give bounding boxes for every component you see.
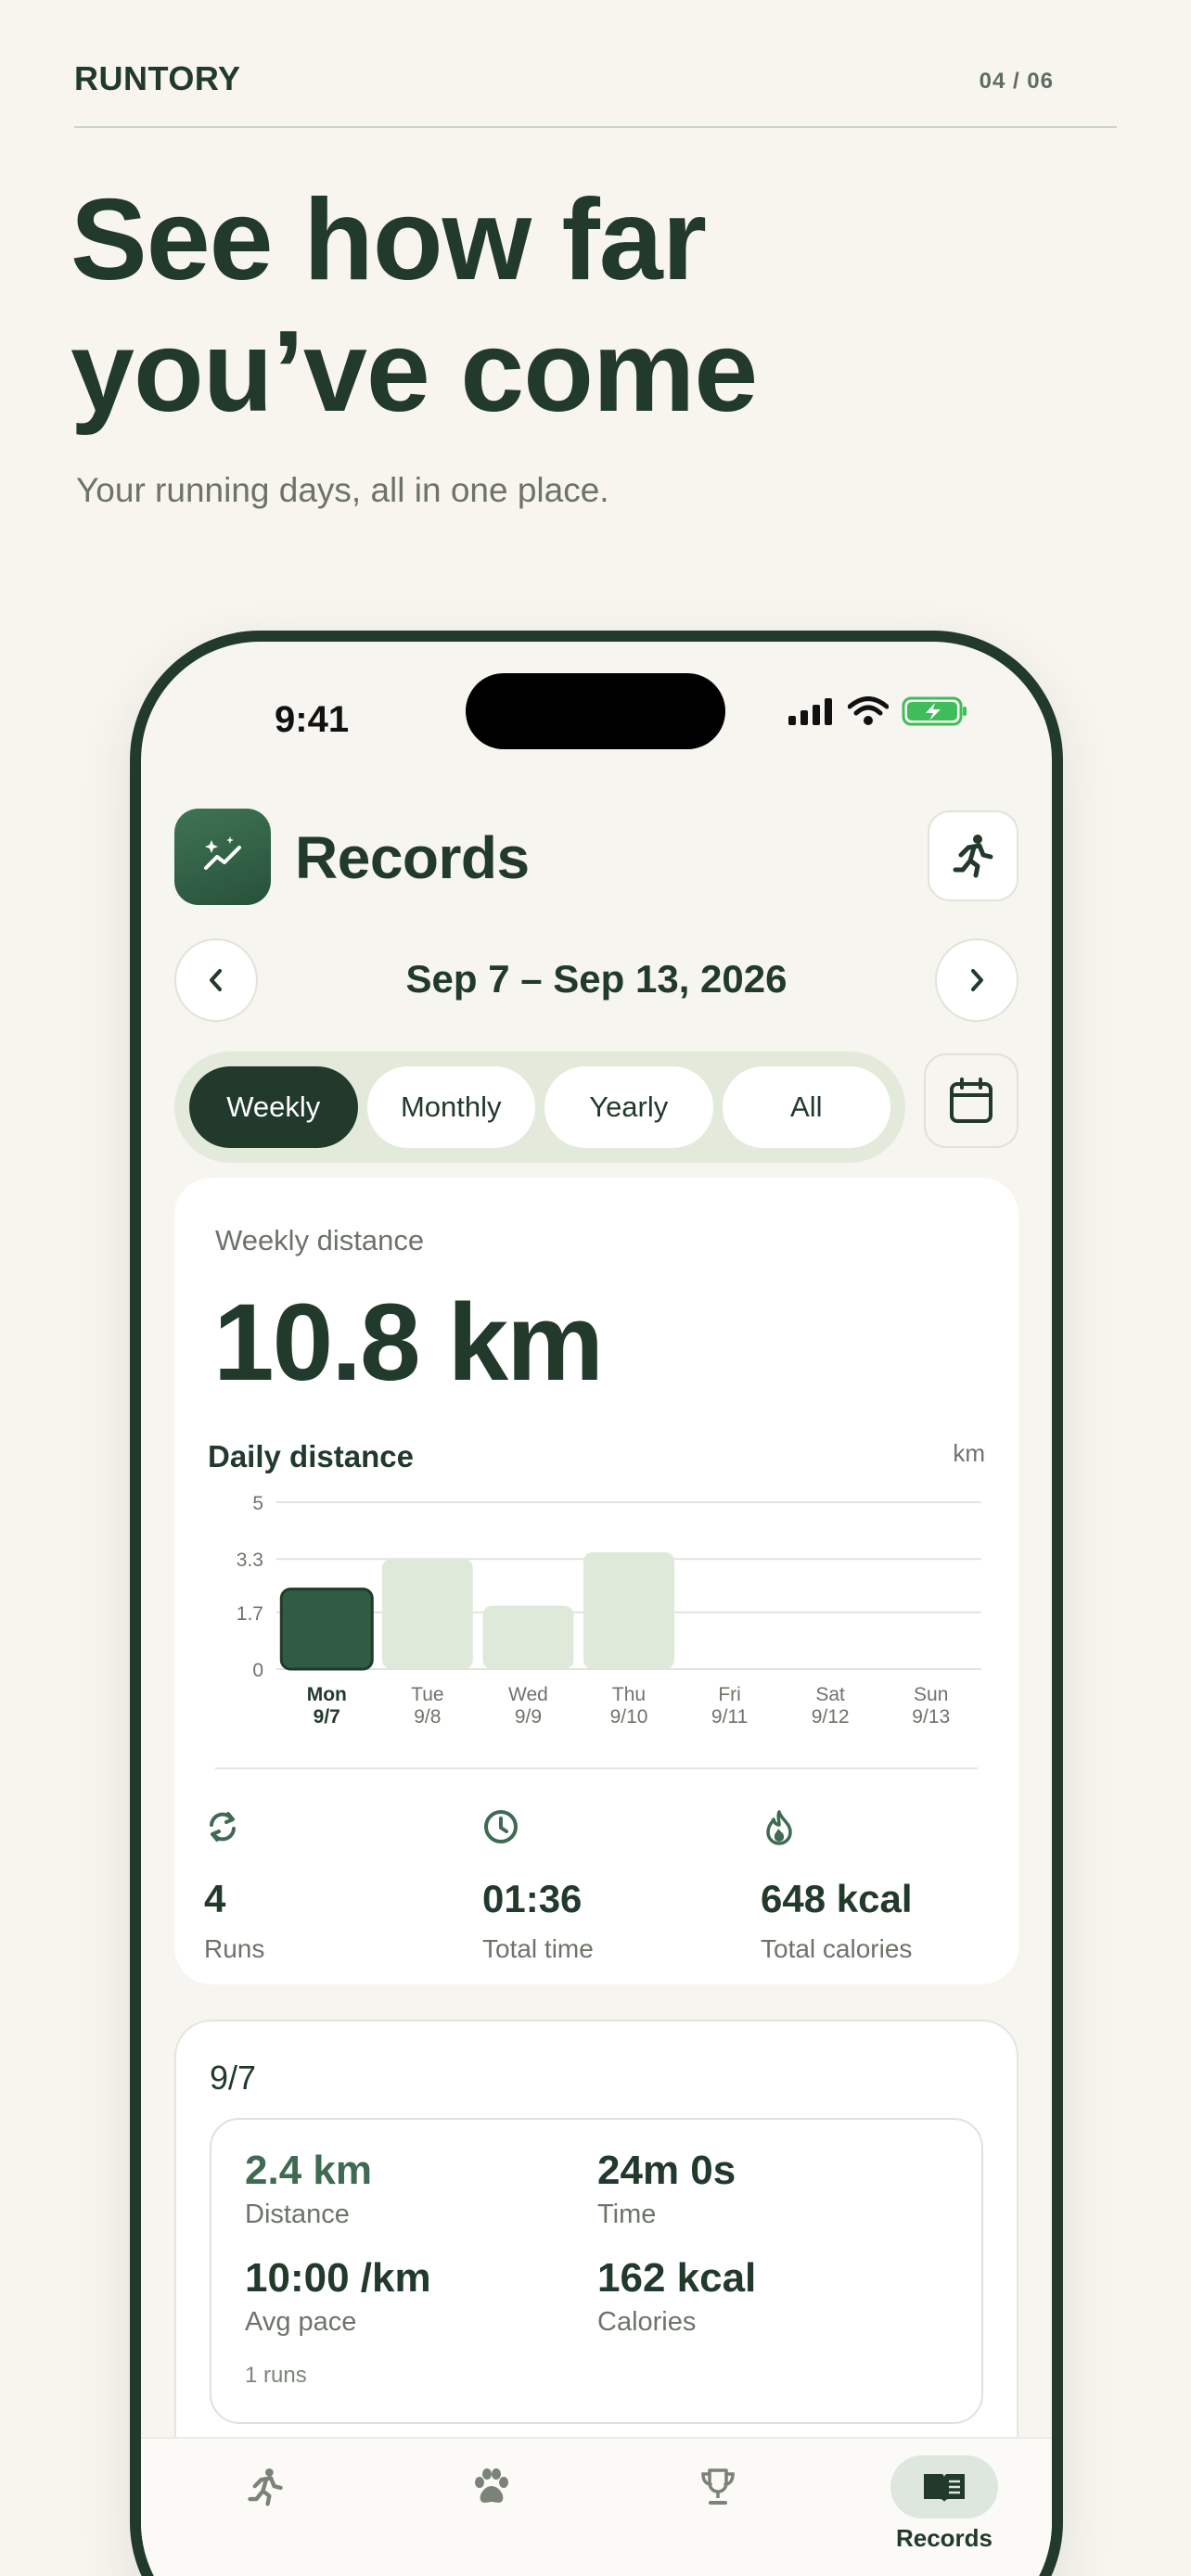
header-divider	[74, 126, 1117, 128]
x-tick-date: 9/11	[711, 1706, 748, 1728]
avg-pace-value: 10:00 /km	[245, 2255, 431, 2301]
repeat-icon	[210, 1812, 236, 1842]
x-tick-date: 9/7	[314, 1706, 340, 1728]
page-indicator: 04 / 06	[979, 69, 1054, 94]
date-range: Sep 7 – Sep 13, 2026	[405, 957, 788, 1001]
x-tick-date: 9/13	[912, 1706, 950, 1728]
x-tick-date: 9/12	[812, 1706, 850, 1728]
chart-title: Daily distance	[208, 1439, 414, 1473]
status-icons	[788, 695, 968, 727]
metric-distance: 2.4 km Distance	[245, 2148, 372, 2230]
stats-divider	[215, 1767, 978, 1769]
x-tick-day: Wed	[508, 1684, 548, 1705]
tab-weekly[interactable]: Weekly	[189, 1066, 358, 1148]
subheadline: Your running days, all in one place.	[76, 471, 609, 509]
runner-icon	[953, 835, 993, 878]
status-time: 9:41	[275, 699, 350, 740]
stat-total-time: 01:36 Total time	[482, 1808, 594, 1964]
headline-line-2: you’ve come	[70, 308, 758, 436]
total-calories-label: Total calories	[761, 1934, 913, 1963]
runs-count: 4	[204, 1877, 226, 1920]
status-bar: 9:41	[141, 642, 1052, 753]
x-tick-day: Tue	[411, 1684, 443, 1705]
y-tick-label: 0	[252, 1660, 263, 1681]
bar-wed	[482, 1605, 574, 1669]
tab-yearly[interactable]: Yearly	[544, 1066, 713, 1148]
tabbar-run[interactable]	[200, 2455, 330, 2567]
total-calories-value: 648 kcal	[761, 1877, 913, 1920]
weekly-distance-label: Weekly distance	[215, 1224, 425, 1256]
weekly-distance-value: 10.8 km	[213, 1282, 604, 1404]
day-date: 9/7	[210, 2059, 257, 2097]
y-tick-label: 3.3	[237, 1549, 263, 1571]
tab-monthly[interactable]: Monthly	[366, 1066, 535, 1148]
runs-note: 1 runs	[245, 2363, 307, 2388]
x-tick-day: Fri	[718, 1684, 741, 1705]
dynamic-island	[466, 673, 725, 749]
clock-icon	[484, 1810, 518, 1843]
x-tick-date: 9/9	[515, 1706, 542, 1728]
brand-name: RUNTORY	[74, 59, 241, 97]
tabbar-achievements[interactable]	[653, 2455, 783, 2567]
time-value: 24m 0s	[597, 2148, 736, 2193]
app-header: Records	[174, 809, 1018, 905]
period-segmented-control: Weekly Monthly Yearly All	[174, 1052, 905, 1163]
x-tick-day: Mon	[307, 1684, 347, 1705]
x-tick-date: 9/10	[610, 1706, 648, 1728]
runner-icon	[248, 2468, 283, 2506]
daily-distance-chart: 5 3.3 1.7 0 Mon9/7 Tue9/8 Wed9/9 Thu9/10 Fri9/11…	[237, 1493, 981, 1728]
next-week-button[interactable]	[935, 938, 1018, 1022]
distance-value: 2.4 km	[245, 2148, 372, 2193]
x-tick-day: Thu	[612, 1684, 646, 1705]
wifi-icon	[848, 696, 889, 725]
total-time-label: Total time	[482, 1934, 594, 1963]
time-label: Time	[597, 2200, 657, 2229]
trophy-icon	[701, 2468, 735, 2505]
avg-pace-label: Avg pace	[245, 2307, 357, 2337]
tabbar-records-label: Records	[895, 2524, 993, 2552]
x-tick-day: Sun	[914, 1684, 948, 1705]
calendar-icon	[950, 1078, 992, 1123]
y-tick-label: 1.7	[237, 1603, 263, 1625]
y-tick-label: 5	[252, 1493, 263, 1514]
calendar-button[interactable]	[924, 1053, 1018, 1148]
phone-frame: 9:41 Records Sep 7 – Sep 13, 2026 Weekly…	[130, 631, 1063, 2576]
bar-mon	[279, 1588, 374, 1671]
book-icon	[924, 2474, 965, 2502]
chart-unit: km	[953, 1439, 985, 1467]
calories-label: Calories	[597, 2307, 697, 2337]
bottom-tab-bar: Records	[141, 2437, 1052, 2576]
metric-time: 24m 0s Time	[597, 2148, 736, 2230]
battery-icon	[902, 696, 967, 726]
start-run-button[interactable]	[928, 810, 1018, 901]
tabbar-records[interactable]: Records	[879, 2455, 1009, 2567]
paw-icon	[475, 2468, 508, 2503]
x-tick-date: 9/8	[414, 1706, 441, 1728]
headline-line-1: See how far	[70, 176, 707, 304]
weekly-summary-card: Weekly distance 10.8 km Daily distance k…	[174, 1178, 1018, 1984]
total-time-value: 01:36	[482, 1877, 583, 1920]
calories-value: 162 kcal	[597, 2255, 757, 2301]
flame-icon	[766, 1810, 792, 1845]
runs-label: Runs	[204, 1934, 265, 1963]
date-navigator: Sep 7 – Sep 13, 2026	[174, 938, 1018, 1022]
phone-screen: 9:41 Records Sep 7 – Sep 13, 2026 Weekly…	[141, 642, 1052, 2576]
signal-icon	[788, 698, 832, 725]
tabbar-pet[interactable]	[427, 2455, 557, 2567]
chevron-right-icon	[971, 969, 983, 991]
headline: See how far you’ve come	[70, 174, 1091, 438]
bar-tue	[381, 1559, 473, 1669]
distance-label: Distance	[245, 2200, 350, 2229]
sparkle-chart-icon	[174, 809, 271, 905]
x-tick-day: Sat	[815, 1684, 845, 1705]
tab-all[interactable]: All	[722, 1066, 890, 1148]
stat-runs: 4 Runs	[204, 1808, 264, 1964]
day-metrics-panel: 2.4 km Distance 24m 0s Time 10:00 /km Av…	[210, 2118, 983, 2424]
page-title: Records	[295, 824, 530, 891]
metric-avg-pace: 10:00 /km Avg pace	[245, 2255, 431, 2338]
stat-total-calories: 648 kcal Total calories	[761, 1808, 913, 1964]
metric-calories: 162 kcal Calories	[597, 2255, 756, 2338]
bar-thu	[583, 1552, 674, 1669]
